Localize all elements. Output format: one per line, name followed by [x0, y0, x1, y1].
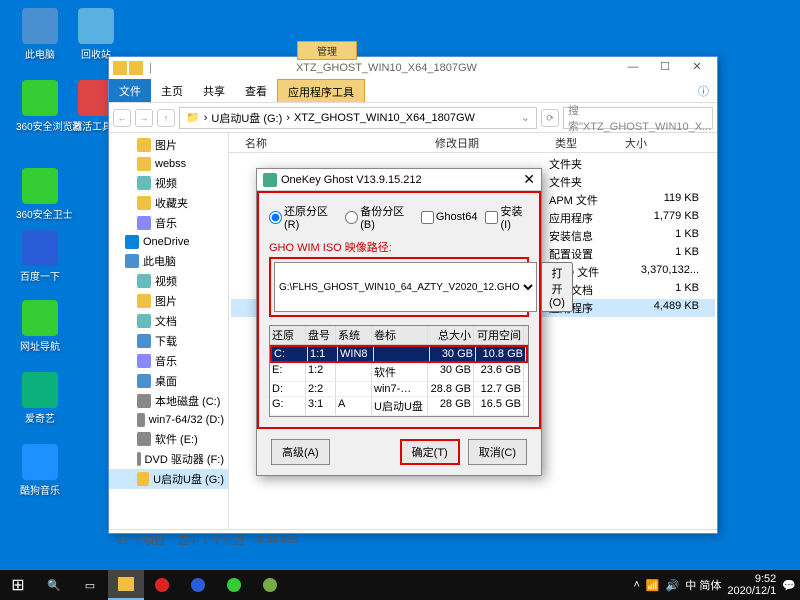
tab-view[interactable]: 查看 — [235, 79, 277, 102]
tab-file[interactable]: 文件 — [109, 79, 151, 102]
ok-button[interactable]: 确定(T) — [400, 439, 460, 465]
nav-item[interactable]: 下载 — [109, 331, 228, 351]
nav-item[interactable]: 视频 — [109, 173, 228, 193]
search-input[interactable]: 搜索"XTZ_GHOST_WIN10_X... — [563, 107, 713, 129]
desktop-icon[interactable]: 爱奇艺 — [16, 372, 64, 425]
drive-row[interactable]: G:3:1AU启动U盘28 GB16.5 GB — [270, 397, 528, 416]
forward-button[interactable]: → — [135, 109, 153, 127]
nav-item[interactable]: 音乐 — [109, 213, 228, 233]
desktop-icon[interactable]: 回收站 — [72, 8, 120, 61]
nav-item[interactable]: 本地磁盘 (C:) — [109, 391, 228, 411]
column-headers[interactable]: 名称 修改日期 类型 大小 — [229, 133, 717, 153]
image-path-select[interactable]: G:\FLHS_GHOST_WIN10_64_AZTY_V2020_12.GHO — [274, 262, 537, 312]
nav-item[interactable]: 此电脑 — [109, 251, 228, 271]
desktop-icon[interactable]: 酷狗音乐 — [16, 444, 64, 497]
app-icon — [263, 173, 277, 187]
advanced-button[interactable]: 高级(A) — [271, 439, 330, 465]
nav-item[interactable]: 图片 — [109, 135, 228, 155]
notification-icon[interactable]: 💬 — [782, 579, 796, 592]
nav-item[interactable]: webss — [109, 155, 228, 173]
context-tab: 管理 — [297, 41, 357, 60]
drive-row[interactable]: D:2:2win7-…28.8 GB12.7 GB — [270, 382, 528, 397]
address-bar[interactable]: 📁 › U启动U盘 (G:) › XTZ_GHOST_WIN10_X64_180… — [179, 107, 537, 129]
radio-restore[interactable]: 还原分区(R) — [269, 203, 337, 231]
check-install[interactable]: 安装(I) — [485, 203, 529, 231]
search-icon[interactable]: 🔍 — [36, 570, 72, 600]
desktop-icon[interactable]: 360安全卫士 — [16, 168, 64, 221]
check-ghost64[interactable]: Ghost64 — [421, 203, 478, 231]
drive-row[interactable]: E:1:2软件30 GB23.6 GB — [270, 363, 528, 382]
path-label: GHO WIM ISO 映像路径: — [269, 239, 529, 255]
clock[interactable]: 9:52 2020/12/1 — [727, 573, 776, 597]
mode-radios: 还原分区(R) 备份分区(B) Ghost64 安装(I) — [269, 203, 529, 231]
folder-icon — [129, 61, 143, 75]
nav-item[interactable]: win7-64/32 (D:) — [109, 411, 228, 429]
help-icon[interactable]: ⓘ — [690, 79, 717, 102]
tab-share[interactable]: 共享 — [193, 79, 235, 102]
tab-apptools[interactable]: 应用程序工具 — [277, 79, 365, 102]
radio-backup[interactable]: 备份分区(B) — [345, 203, 413, 231]
taskbar: ⊞ 🔍 ▭ ˄ 📶 🔊 中 简体 9:52 2020/12/1 💬 — [0, 570, 800, 600]
minimize-button[interactable]: — — [617, 58, 649, 78]
app-icon[interactable] — [144, 570, 180, 600]
desktop-icon[interactable]: 百度一下 — [16, 230, 64, 283]
nav-item[interactable]: 文档 — [109, 311, 228, 331]
tab-home[interactable]: 主页 — [151, 79, 193, 102]
app-icon[interactable] — [216, 570, 252, 600]
drive-table: 还原盘号系统卷标总大小可用空间 C:1:1WIN830 GB10.8 GBE:1… — [269, 325, 529, 417]
nav-item[interactable]: 收藏夹 — [109, 193, 228, 213]
status-bar: 12 个项目 选中 1 个项目 4.38 MB — [109, 529, 717, 549]
nav-item[interactable]: 软件 (E:) — [109, 429, 228, 449]
cancel-button[interactable]: 取消(C) — [468, 439, 527, 465]
nav-item[interactable]: U启动U盘 (G:) — [109, 469, 228, 489]
nav-item[interactable]: DVD 驱动器 (F:) — [109, 449, 228, 469]
start-button[interactable]: ⊞ — [0, 570, 36, 600]
close-button[interactable]: ✕ — [681, 58, 713, 78]
nav-pane: 图片webss视频收藏夹音乐OneDrive此电脑视频图片文档下载音乐桌面本地磁… — [109, 133, 229, 529]
drive-row[interactable]: C:1:1WIN830 GB10.8 GB — [270, 345, 528, 363]
open-button[interactable]: 打开(O) — [541, 262, 573, 312]
maximize-button[interactable]: ☐ — [649, 58, 681, 78]
onekey-ghost-dialog: OneKey Ghost V13.9.15.212 ✕ 还原分区(R) 备份分区… — [256, 168, 542, 476]
dialog-titlebar: OneKey Ghost V13.9.15.212 ✕ — [257, 169, 541, 191]
nav-item[interactable]: 视频 — [109, 271, 228, 291]
nav-item[interactable]: 图片 — [109, 291, 228, 311]
desktop-icon[interactable]: 网址导航 — [16, 300, 64, 353]
titlebar: | 管理 XTZ_GHOST_WIN10_X64_1807GW — ☐ ✕ — [109, 57, 717, 79]
nav-item[interactable]: 桌面 — [109, 371, 228, 391]
ime-indicator[interactable]: 中 简体 — [685, 577, 721, 593]
app-icon[interactable] — [252, 570, 288, 600]
tray-chevron-icon[interactable]: ˄ — [633, 579, 639, 591]
nav-item[interactable]: 音乐 — [109, 351, 228, 371]
back-button[interactable]: ← — [113, 109, 131, 127]
refresh-button[interactable]: ⟳ — [541, 109, 559, 127]
close-button[interactable]: ✕ — [523, 171, 535, 188]
taskview-icon[interactable]: ▭ — [72, 570, 108, 600]
window-title: XTZ_GHOST_WIN10_X64_1807GW — [156, 62, 617, 74]
desktop-icon[interactable]: 此电脑 — [16, 8, 64, 61]
ribbon: 文件 主页 共享 查看 应用程序工具 ⓘ — [109, 79, 717, 103]
network-icon[interactable]: 📶 — [646, 579, 660, 592]
up-button[interactable]: ↑ — [157, 109, 175, 127]
app-icon[interactable] — [180, 570, 216, 600]
volume-icon[interactable]: 🔊 — [666, 579, 680, 592]
navbar: ← → ↑ 📁 › U启动U盘 (G:) › XTZ_GHOST_WIN10_X… — [109, 103, 717, 133]
explorer-icon[interactable] — [108, 570, 144, 600]
desktop-icon[interactable]: 360安全浏览器 — [16, 80, 64, 133]
nav-item[interactable]: OneDrive — [109, 233, 228, 251]
folder-icon — [113, 61, 127, 75]
